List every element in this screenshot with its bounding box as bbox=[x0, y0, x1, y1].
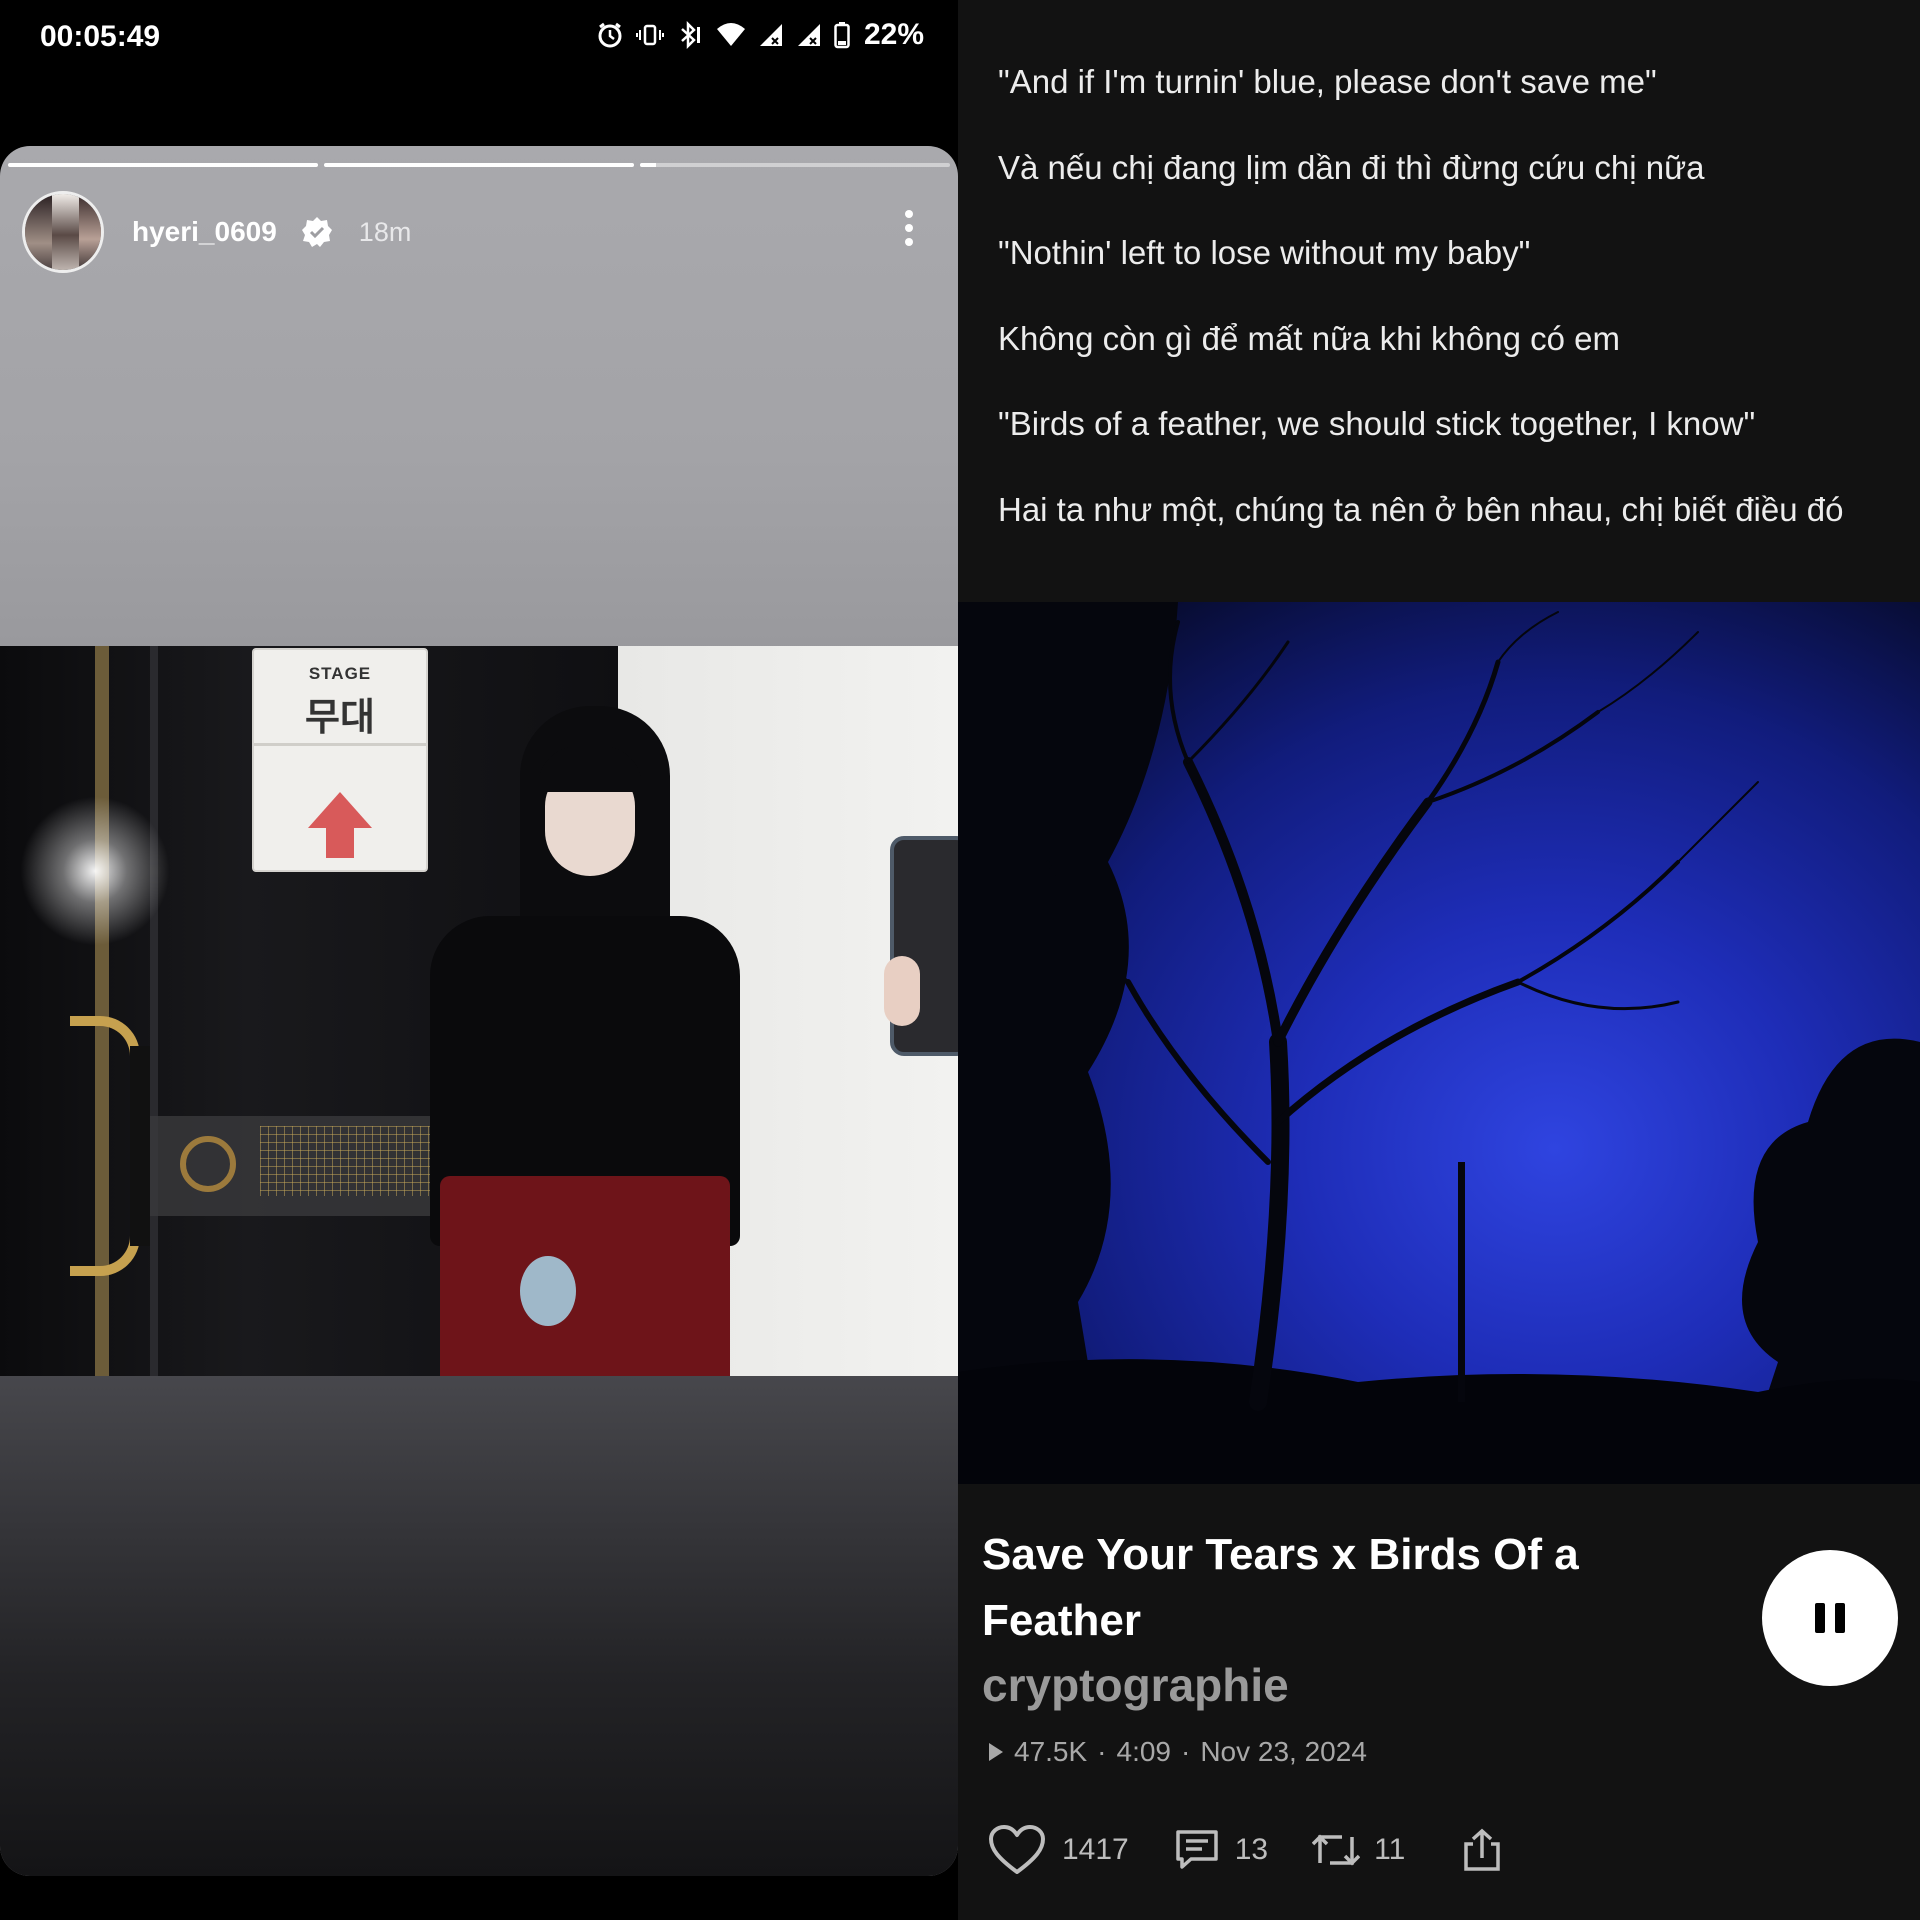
repost-button[interactable]: 11 bbox=[1312, 1829, 1405, 1871]
track-title[interactable]: Save Your Tears x Birds Of a Feather bbox=[982, 1522, 1622, 1654]
progress-segment bbox=[324, 163, 634, 167]
username[interactable]: hyeri_0609 bbox=[132, 216, 277, 248]
share-icon bbox=[1464, 1828, 1501, 1871]
lyric-line: Hai ta như một, chúng ta nên ở bên nhau,… bbox=[998, 490, 1844, 528]
photo-person bbox=[410, 706, 760, 1377]
comment-count: 13 bbox=[1234, 1833, 1269, 1866]
photo-light-flare bbox=[20, 796, 170, 946]
pause-button[interactable] bbox=[1762, 1550, 1898, 1686]
lyric-line: "And if I'm turnin' blue, please don't s… bbox=[998, 63, 1657, 100]
bluetooth-icon bbox=[681, 21, 700, 49]
story-header: hyeri_0609 18m bbox=[22, 190, 936, 274]
status-icons: 22% bbox=[596, 18, 924, 52]
play-count-icon bbox=[989, 1743, 1003, 1761]
photo-door-grid bbox=[260, 1126, 430, 1196]
vibrate-icon bbox=[635, 24, 664, 46]
battery-percent: 22% bbox=[863, 18, 924, 51]
battery-icon bbox=[834, 22, 850, 49]
story-card[interactable]: hyeri_0609 18m STAGE 무대 bbox=[0, 146, 958, 1876]
play-count: 47.5K bbox=[1014, 1736, 1088, 1767]
avatar[interactable] bbox=[22, 191, 104, 273]
wifi-icon bbox=[716, 23, 745, 46]
up-arrow-stem bbox=[326, 826, 354, 858]
heart-icon bbox=[989, 1825, 1045, 1874]
alarm-icon bbox=[598, 22, 622, 48]
story-panel: 00:05:49 22% hyeri_0609 18m STAGE 무대 bbox=[0, 0, 958, 1920]
release-date: Nov 23, 2024 bbox=[1200, 1736, 1367, 1767]
share-button[interactable] bbox=[1463, 1828, 1501, 1872]
signal-icon bbox=[759, 24, 782, 46]
music-panel: "And if I'm turnin' blue, please don't s… bbox=[958, 0, 1920, 1920]
photo-hand bbox=[884, 956, 920, 1026]
meta-separator: · bbox=[1181, 1736, 1191, 1767]
pause-icon bbox=[1815, 1603, 1825, 1633]
status-bar: 00:05:49 22% bbox=[0, 0, 958, 80]
action-bar: 1417 13 11 bbox=[988, 1820, 1501, 1880]
album-cover[interactable] bbox=[958, 602, 1920, 1484]
meta-separator: · bbox=[1097, 1736, 1107, 1767]
repost-count: 11 bbox=[1374, 1833, 1406, 1866]
photo-door-handle-bar bbox=[130, 1046, 150, 1246]
duration: 4:09 bbox=[1116, 1736, 1172, 1767]
comment-icon bbox=[1176, 1830, 1218, 1869]
lyric-line: "Birds of a feather, we should stick tog… bbox=[998, 405, 1756, 442]
like-count: 1417 bbox=[1062, 1833, 1129, 1866]
story-progress bbox=[8, 163, 950, 167]
signal-icon bbox=[797, 24, 820, 46]
repost-icon bbox=[1312, 1834, 1361, 1866]
progress-segment bbox=[8, 163, 318, 167]
up-arrow-icon bbox=[308, 792, 372, 828]
more-options-icon[interactable] bbox=[902, 210, 916, 246]
lyric-line: Không còn gì để mất nữa khi không có em bbox=[998, 319, 1620, 357]
comment-button[interactable]: 13 bbox=[1175, 1829, 1268, 1871]
sign-korean: 무대 bbox=[305, 697, 375, 739]
pause-icon-bar bbox=[1835, 1603, 1845, 1633]
stage-sign: STAGE 무대 bbox=[252, 648, 428, 872]
story-photo: STAGE 무대 bbox=[0, 646, 958, 1377]
photo-door-edge bbox=[150, 646, 158, 1377]
verified-badge-icon bbox=[301, 216, 333, 248]
post-time: 18m bbox=[358, 216, 412, 247]
sign-english: STAGE bbox=[308, 664, 372, 683]
lyric-line: "Nothin' left to lose without my baby" bbox=[998, 234, 1531, 271]
progress-segment bbox=[640, 163, 950, 167]
lyric-line: Và nếu chị đang lịm dần đi thì đừng cứu … bbox=[998, 148, 1705, 186]
track-meta: 47.5K · 4:09 · Nov 23, 2024 bbox=[988, 1736, 1367, 1768]
lyrics: "And if I'm turnin' blue, please don't s… bbox=[998, 62, 1898, 575]
photo-door-emblem bbox=[180, 1136, 236, 1192]
status-time: 00:05:49 bbox=[40, 20, 161, 53]
story-bottom-gradient bbox=[0, 1376, 958, 1876]
artist-name[interactable]: cryptographie bbox=[982, 1658, 1289, 1712]
like-button[interactable]: 1417 bbox=[988, 1824, 1129, 1876]
